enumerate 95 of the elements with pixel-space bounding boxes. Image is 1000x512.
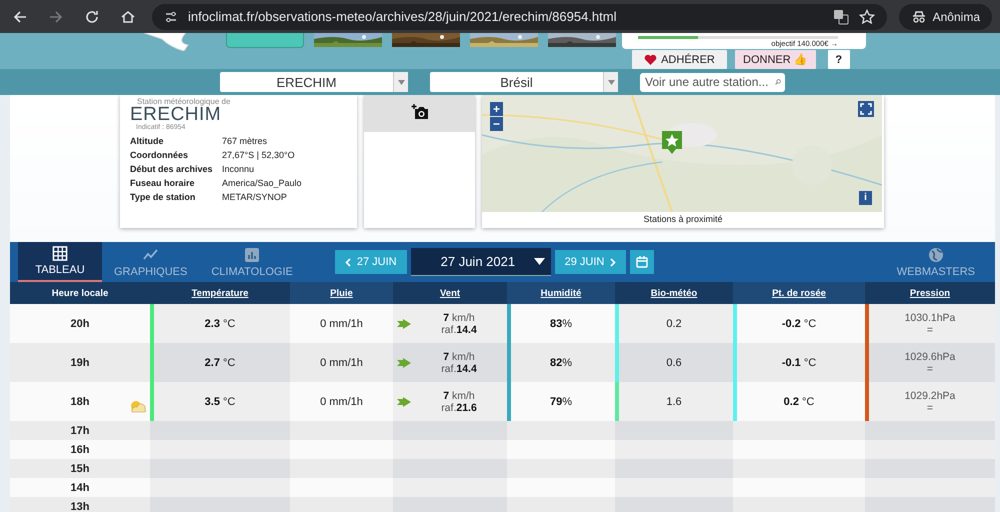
tab[interactable]: CLIMATOLOGIE <box>199 242 305 282</box>
join-button[interactable]: ADHÉRER <box>632 50 727 69</box>
column-header[interactable]: Température <box>150 282 290 304</box>
table-cell: 15h <box>10 459 150 478</box>
detail-label: Altitude <box>130 136 164 146</box>
select-field[interactable]: Brésil <box>430 72 618 92</box>
table-cell: 20h <box>10 304 150 343</box>
fullscreen-button[interactable] <box>858 101 874 117</box>
table-cell: 0 mm/1h <box>290 343 393 382</box>
heart-icon <box>644 54 658 66</box>
caret-icon <box>398 80 404 84</box>
search-field[interactable]: Voir une autre station... <box>640 72 785 92</box>
table-cell: 1030.1hPa = <box>865 304 995 343</box>
table-cell: 2.3 °C <box>150 304 290 343</box>
table-cell: 3.5 °C <box>150 382 290 421</box>
table-cell: 79% <box>507 382 615 421</box>
calendar-button[interactable] <box>630 250 654 274</box>
chevron-right-icon <box>610 258 616 266</box>
column-header[interactable]: Vent <box>393 282 507 304</box>
tab[interactable]: TABLEAU <box>18 242 102 282</box>
station-name: ERECHIM <box>130 106 222 124</box>
table-cell: 1029.6hPa = <box>865 343 995 382</box>
column-header: Heure locale <box>10 282 150 304</box>
back-icon[interactable] <box>12 8 28 24</box>
site-settings-icon[interactable] <box>164 10 178 24</box>
wind-arrow-icon <box>397 358 411 368</box>
info-button[interactable]: i <box>859 191 872 205</box>
chevron-left-icon <box>344 258 351 266</box>
table-cell: 19h <box>10 343 150 382</box>
detail-value: Inconnu <box>222 164 256 174</box>
map-marker-icon[interactable] <box>662 131 682 155</box>
search-icon <box>775 77 781 87</box>
table-cell: 1029.2hPa = <box>865 382 995 421</box>
home-icon[interactable] <box>120 8 136 24</box>
zoom-out-button[interactable]: − <box>490 117 503 131</box>
webmasters-tab[interactable]: WEBMASTERS <box>884 242 987 282</box>
table-cell: 0.2 <box>615 304 733 343</box>
column-header[interactable]: Humidité <box>507 282 615 304</box>
table-cell: 7 km/h raf.14.4 <box>393 304 507 343</box>
table-cell: 7 km/h raf.14.4 <box>393 343 507 382</box>
table-cell: 14h <box>10 478 150 497</box>
table-cell: 17h <box>10 421 150 440</box>
table-cell: 82% <box>507 343 615 382</box>
column-header[interactable]: Pluie <box>290 282 393 304</box>
forward-icon[interactable] <box>48 8 64 24</box>
address-bar[interactable]: infoclimat.fr/observations-meteo/archives/28/juin/2021/erechim/86954.html <box>152 4 887 30</box>
help-button[interactable]: ? <box>828 50 850 69</box>
column-header[interactable]: Pt. de rosée <box>733 282 865 304</box>
table-cell: 0.2 °C <box>733 382 865 421</box>
table-cell: 18h <box>10 382 150 421</box>
star-icon[interactable] <box>858 8 875 24</box>
column-header[interactable]: Bio-météo <box>615 282 733 304</box>
wind-arrow-icon <box>397 397 411 407</box>
map-caption: Stations à proximité <box>642 213 724 224</box>
donate-button[interactable]: DONNER 👍 <box>735 50 816 69</box>
detail-label: Type de station <box>130 192 196 202</box>
tab[interactable]: GRAPHIQUES <box>102 242 200 282</box>
line-chart-icon <box>142 246 159 262</box>
detail-label: Coordonnées <box>130 150 190 160</box>
date-select[interactable]: 27 Juin 2021 <box>410 248 551 276</box>
table-cell: 83% <box>507 304 615 343</box>
table-icon <box>52 246 68 261</box>
detail-value: METAR/SYNOP <box>222 192 288 202</box>
table-cell: 7 km/h raf.21.6 <box>393 382 507 421</box>
fullscreen-icon <box>860 103 872 115</box>
table-cell: 16h <box>10 440 150 459</box>
station-subtitle: Station météorologique de <box>137 97 232 106</box>
table-cell: -0.1 °C <box>733 343 865 382</box>
detail-value: America/Sao_Paulo <box>222 178 303 188</box>
wind-arrow-icon <box>397 319 411 329</box>
profile-button[interactable]: Anônima <box>898 4 992 30</box>
globe-icon <box>928 246 944 262</box>
table-cell: 0 mm/1h <box>290 304 393 343</box>
translate-icon[interactable] <box>832 8 849 24</box>
table-cell: 2.7 °C <box>150 343 290 382</box>
column-header[interactable]: Pression <box>865 282 995 304</box>
table-cell: 1.6 <box>615 382 733 421</box>
caret-icon <box>534 258 545 265</box>
detail-value: 27,67°S | 52,30°O <box>222 150 296 160</box>
bar-chart-icon <box>244 246 260 262</box>
sun-cloud-icon <box>128 399 148 413</box>
reload-icon[interactable] <box>84 8 100 24</box>
detail-label: Début des archives <box>130 164 214 174</box>
detail-label: Fuseau horaire <box>130 178 196 188</box>
table-cell: 13h <box>10 497 150 512</box>
table-cell: 0.6 <box>615 343 733 382</box>
add-photo-icon[interactable] <box>410 104 428 120</box>
calendar-icon <box>636 256 648 268</box>
select-field[interactable]: ERECHIM <box>220 72 408 92</box>
incognito-icon <box>910 10 927 24</box>
zoom-in-button[interactable]: + <box>490 102 503 116</box>
detail-value: 767 mètres <box>222 136 268 146</box>
table-cell: 0 mm/1h <box>290 382 393 421</box>
caret-icon <box>608 80 614 84</box>
table-cell: -0.2 °C <box>733 304 865 343</box>
